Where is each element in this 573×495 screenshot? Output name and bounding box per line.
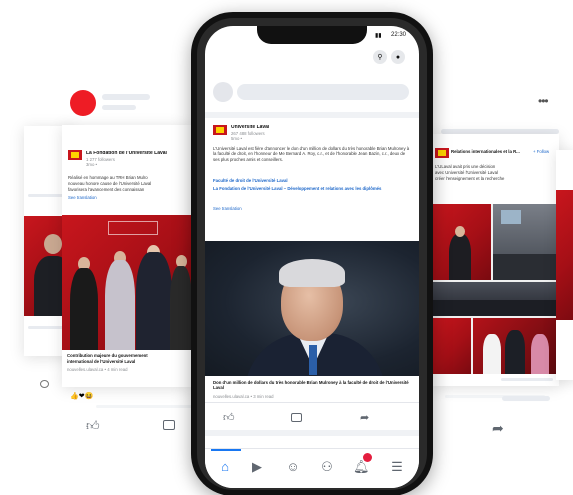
phone-frame: ▮▮ 22:30 ⚲ ● Université Laval 267 488 fo… (191, 12, 433, 495)
post-body-line: favorisera l'avancement des connaissan (68, 187, 145, 192)
avatar (70, 90, 96, 116)
comment-button[interactable] (163, 420, 175, 430)
page-name[interactable]: La Fondation de l'Université Laval (86, 151, 190, 156)
person-figure (483, 334, 501, 374)
menu-icon[interactable]: ☰ (389, 459, 405, 475)
search-icon[interactable]: ⚲ (373, 50, 387, 64)
event-photo (431, 282, 559, 316)
composer-bar[interactable] (237, 84, 409, 100)
phone-notch (257, 26, 367, 44)
skeleton-line (102, 105, 136, 110)
audience (493, 254, 559, 280)
event-photo (431, 318, 471, 374)
link-caption[interactable]: Don d'un million de dollars du très hono… (213, 380, 411, 391)
post-photo[interactable] (205, 241, 419, 376)
post-body: L'Université Laval est fière d'annoncer … (213, 146, 410, 162)
tie (309, 345, 317, 375)
phone-screen: ▮▮ 22:30 ⚲ ● Université Laval 267 488 fo… (205, 26, 419, 488)
link-meta: nouvelles.ulaval.ca • 4 min read (67, 367, 128, 372)
post-body-line: avec Université l'Université Laval (435, 170, 498, 175)
see-translation-link[interactable]: See translation (213, 206, 242, 211)
post-time: 5mo • (231, 136, 243, 141)
link-caption[interactable]: international de l'Université Laval (67, 359, 189, 364)
notification-badge (363, 453, 372, 462)
active-tab-indicator (211, 449, 241, 451)
comment-icon[interactable] (40, 380, 49, 388)
person-figure (505, 330, 525, 374)
like-button[interactable]: 👍︎ (223, 411, 235, 424)
person-figure (70, 268, 98, 350)
ulaval-logo (435, 148, 449, 158)
event-photo (493, 204, 559, 280)
skeleton-line (102, 94, 150, 100)
like-button[interactable]: 👍︎ (86, 418, 100, 434)
reaction-icons[interactable]: 👍❤😆 (70, 392, 93, 400)
person-figure (449, 234, 471, 280)
divider (205, 112, 419, 118)
ulaval-logo (68, 150, 82, 160)
background-card-far-right (556, 150, 573, 380)
person-figure (170, 266, 192, 350)
marketing-mockup: ••• La Fondation de l'Université Laval 1… (0, 0, 573, 495)
divider (205, 402, 419, 403)
avatar-placeholder (213, 82, 233, 102)
post-body-line: nouveau honore cause de l'Université Lav… (68, 181, 152, 186)
post-body-line: L'ULaval avait pris une décision (435, 164, 496, 169)
screen-display (501, 210, 521, 224)
page-name[interactable]: Université Laval (231, 125, 269, 130)
more-options-icon[interactable]: ••• (538, 94, 549, 108)
post-link[interactable]: Faculté de droit de l'Université Laval (213, 178, 411, 183)
skeleton-line (501, 378, 553, 381)
post-body-line: Réalisé en hommage au TRH Brian Mulro (68, 175, 148, 180)
skeleton-line (96, 405, 192, 408)
event-photo-grid (431, 204, 559, 374)
event-photo (62, 215, 192, 350)
event-photo (556, 190, 573, 320)
status-icons: ▮▮ (375, 33, 382, 39)
watch-icon[interactable]: ▶ (249, 459, 265, 475)
event-photo (431, 204, 491, 280)
link-caption[interactable]: Contribution majeure du gouvernement (67, 353, 189, 358)
comment-button[interactable] (291, 413, 302, 422)
banner-text (108, 221, 158, 235)
audience (431, 300, 559, 316)
ulaval-logo (213, 125, 227, 135)
post-time: 3mo • (86, 162, 98, 167)
person-hair (279, 259, 345, 287)
person-figure (105, 260, 135, 350)
person-head (455, 226, 465, 237)
background-post-right: Relations internationales et la R... + F… (431, 134, 559, 386)
share-icon[interactable]: ➦ (492, 420, 504, 437)
share-button[interactable]: ➦ (360, 411, 369, 424)
skeleton-line (502, 396, 550, 401)
post-link[interactable]: La Fondation de l'Université Laval – Dév… (213, 186, 411, 198)
background-post-left: La Fondation de l'Université Laval 1 277… (62, 125, 192, 387)
messenger-icon[interactable]: ● (391, 50, 405, 64)
follow-button[interactable]: + Follow (533, 149, 549, 154)
status-time: 22:30 (391, 32, 407, 38)
home-icon[interactable]: ⌂ (217, 459, 233, 475)
link-meta: nouvelles.ulaval.ca • 3 min read (213, 394, 274, 399)
person-head (44, 234, 62, 254)
person-figure (136, 252, 172, 350)
event-photo (473, 318, 559, 374)
person-figure (531, 334, 549, 374)
groups-icon[interactable]: ⚇ (319, 459, 335, 475)
see-translation-link[interactable]: See translation (68, 195, 97, 200)
post-body-line: créer l'enseignement et la recherche (435, 176, 505, 181)
profile-icon[interactable]: ☺ (285, 459, 301, 475)
divider (205, 430, 419, 436)
bottom-nav: ⌂ ▶ ☺ ⚇ 🔔︎ ☰ (205, 448, 419, 488)
page-name[interactable]: Relations internationales et la R... (451, 149, 531, 154)
